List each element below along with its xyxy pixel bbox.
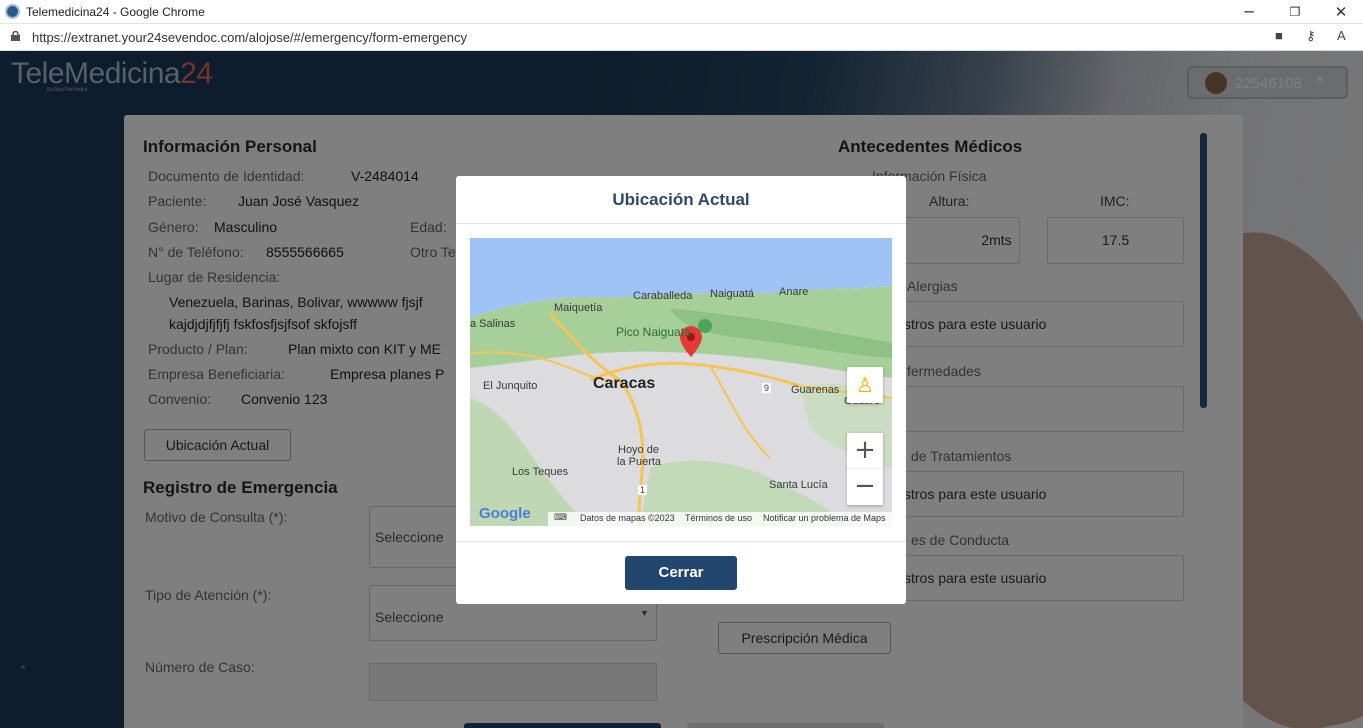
map-report-link[interactable]: Notificar un problema de Maps	[763, 513, 886, 523]
map-label: Hoyo de	[618, 444, 659, 456]
close-window-icon[interactable]: ✕	[1331, 2, 1351, 22]
address-bar[interactable]: https://extranet.your24sevendoc.com/aloj…	[0, 24, 1363, 51]
location-modal: Ubicación Actual Maiquetía Caraballeda N…	[456, 176, 906, 604]
app-area: TeleMedicina24 By Global Tele Medical 22…	[0, 51, 1363, 728]
modal-title: Ubicación Actual	[612, 190, 750, 209]
keyboard-icon[interactable]: ⌨	[554, 513, 567, 523]
map-label-city: Caracas	[593, 375, 656, 392]
url-text[interactable]: https://extranet.your24sevendoc.com/aloj…	[32, 30, 467, 45]
map-label: Guarenas	[791, 384, 840, 396]
map-label: Caraballeda	[633, 290, 693, 302]
map-attribution-bar: ⌨ Datos de mapas ©2023 Términos de uso N…	[548, 512, 892, 526]
lock-icon	[11, 31, 20, 41]
map-terms-link[interactable]: Términos de uso	[685, 513, 752, 523]
map-view[interactable]: Maiquetía Caraballeda Naiguatá Anare a S…	[470, 238, 892, 526]
modal-divider-top	[456, 223, 906, 224]
restore-icon[interactable]: ❐	[1285, 2, 1305, 22]
park-marker-icon	[698, 319, 712, 333]
map-label: Los Teques	[512, 466, 569, 478]
route-badge: 1	[638, 485, 648, 495]
camera-icon[interactable]: ■	[1275, 28, 1283, 43]
modal-divider-bottom	[456, 541, 906, 542]
street-view-icon[interactable]: ♙	[847, 367, 883, 403]
key-icon[interactable]: ⚷	[1306, 28, 1316, 44]
minimize-icon[interactable]: ─	[1239, 2, 1259, 22]
google-logo: Google	[479, 505, 531, 522]
window-title: Telemedicina24 - Google Chrome	[26, 5, 205, 19]
translate-icon[interactable]: A	[1337, 28, 1346, 43]
favicon-icon	[5, 4, 20, 19]
map-label: Santa Lucía	[769, 479, 828, 491]
zoom-out-button[interactable]: −	[847, 469, 883, 505]
browser-title-bar: Telemedicina24 - Google Chrome ─ ❐ ✕	[0, 0, 1363, 24]
map-label: Naiguatá	[710, 288, 755, 300]
map-label: Maiquetía	[554, 302, 603, 314]
map-label: Pico Naiguatá	[616, 325, 691, 339]
zoom-in-button[interactable]: +	[847, 433, 883, 469]
map-label: a Salinas	[470, 318, 516, 330]
map-label: Anare	[779, 286, 809, 298]
map-label: El Junquito	[483, 380, 538, 392]
close-button[interactable]: Cerrar	[625, 556, 737, 590]
map-label: la Puerta	[617, 456, 662, 468]
map-attribution: Datos de mapas ©2023	[580, 513, 675, 523]
route-badge: 9	[762, 383, 772, 393]
